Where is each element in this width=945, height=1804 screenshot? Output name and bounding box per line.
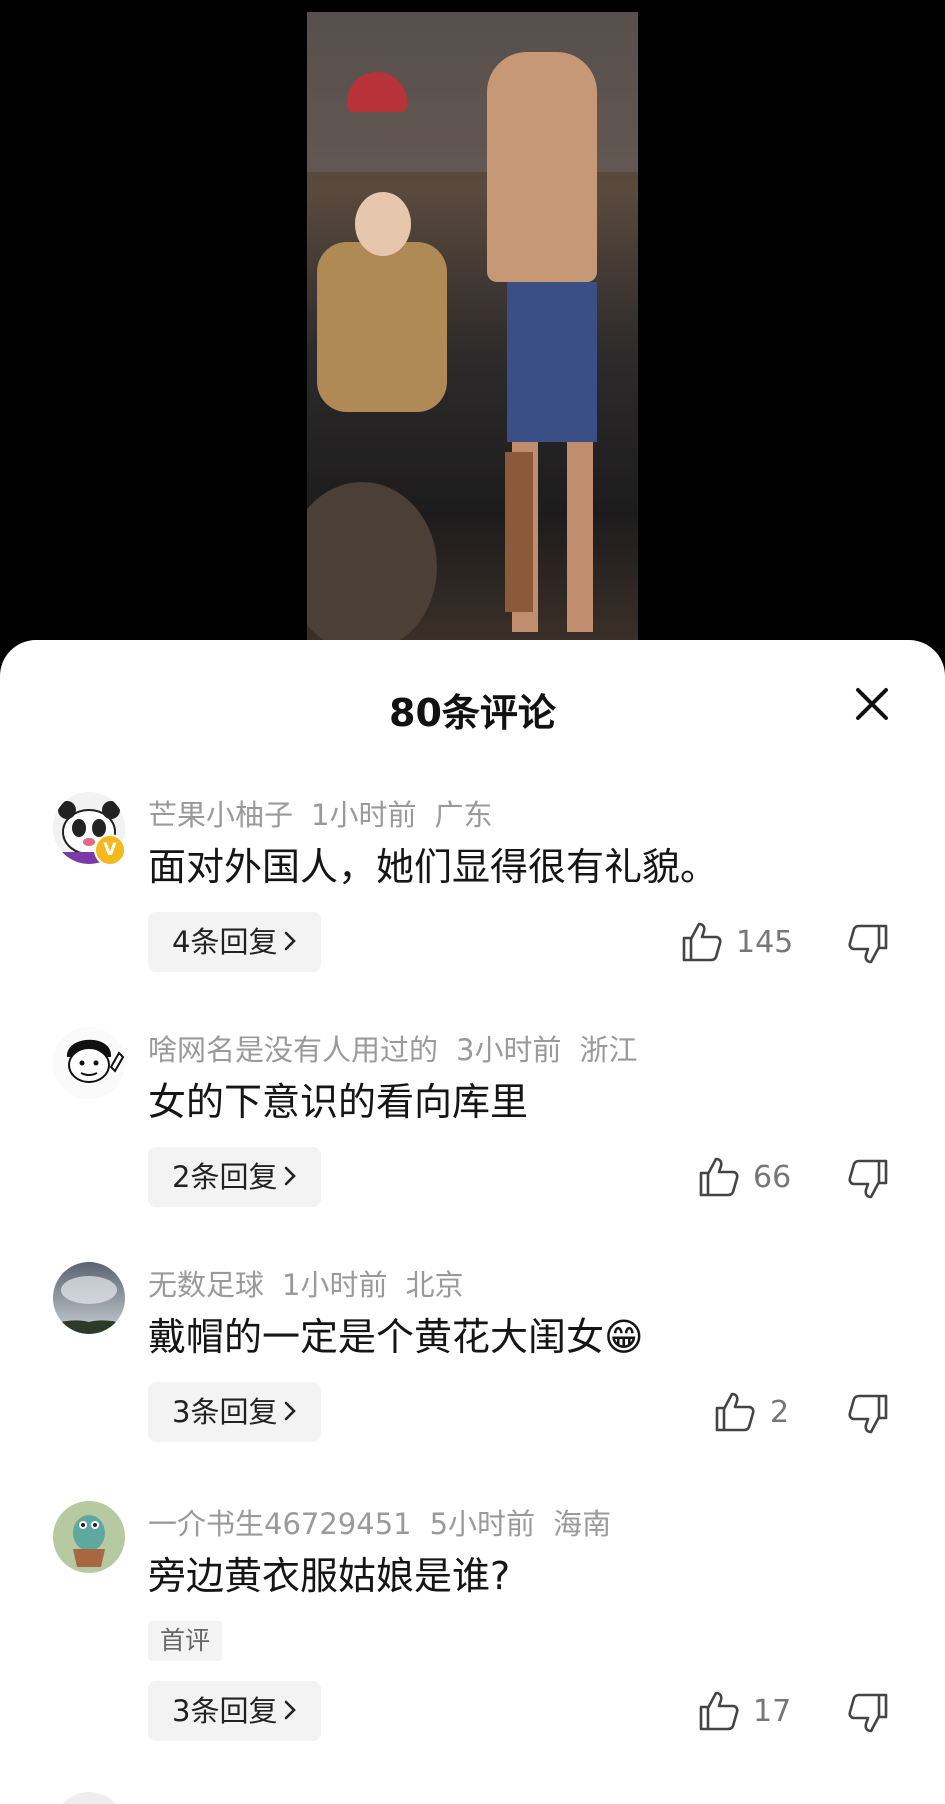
thumbs-up-icon[interactable] bbox=[680, 920, 724, 964]
leg-right bbox=[567, 442, 593, 632]
replies-label: 3条回复 bbox=[172, 1395, 278, 1429]
thumbs-down-icon[interactable] bbox=[846, 1392, 890, 1436]
verified-badge: V bbox=[94, 834, 126, 866]
comment-text: 面对外国人，她们显得很有礼貌。 bbox=[148, 845, 719, 889]
thumbs-down-icon[interactable] bbox=[846, 922, 890, 966]
replies-label: 4条回复 bbox=[172, 925, 278, 959]
comment-meta: 无数足球 1小时前 北京 bbox=[148, 1262, 481, 1304]
like-count: 2 bbox=[770, 1395, 790, 1430]
comment-time: 3小时前 bbox=[456, 1033, 562, 1067]
next-avatar[interactable] bbox=[53, 1792, 125, 1804]
chevron-right-icon bbox=[283, 1147, 297, 1207]
like-count: 66 bbox=[753, 1160, 792, 1195]
comment-username[interactable]: 啥网名是没有人用过的 bbox=[148, 1033, 438, 1067]
comment-meta: 啥网名是没有人用过的 3小时前 浙江 bbox=[148, 1027, 655, 1069]
close-icon[interactable] bbox=[848, 680, 896, 728]
replies-label: 3条回复 bbox=[172, 1694, 278, 1728]
comment-meta: 一介书生46729451 5小时前 海南 bbox=[148, 1501, 629, 1543]
thumbs-down-icon[interactable] bbox=[846, 1691, 890, 1735]
comment-text: 旁边黄衣服姑娘是谁? bbox=[148, 1554, 511, 1598]
comment-location: 浙江 bbox=[579, 1033, 638, 1067]
comment-username[interactable]: 芒果小柚子 bbox=[148, 798, 293, 832]
replies-button[interactable]: 3条回复 bbox=[148, 1681, 322, 1741]
comments-panel: 80条评论 V 芒果小柚子 1小时前 广东 面对外国人，她们显得很有礼貌。 4条回复… bbox=[0, 640, 945, 1804]
replies-button[interactable]: 3条回复 bbox=[148, 1382, 322, 1442]
thumbs-up-icon[interactable] bbox=[697, 1155, 741, 1199]
grin-emoji: 😁 bbox=[604, 1315, 644, 1359]
comment-username[interactable]: 无数足球 bbox=[148, 1268, 264, 1302]
chevron-right-icon bbox=[283, 1681, 297, 1741]
panel-title: 80条评论 bbox=[389, 691, 556, 735]
replies-button[interactable]: 2条回复 bbox=[148, 1147, 322, 1207]
meme-avatar[interactable] bbox=[53, 1027, 125, 1099]
standing-figure-torso bbox=[487, 52, 597, 282]
replies-label: 2条回复 bbox=[172, 1160, 278, 1194]
blue-shorts bbox=[507, 282, 597, 442]
foreground-head bbox=[307, 482, 437, 640]
comment-time: 1小时前 bbox=[311, 798, 417, 832]
comment-text: 女的下意识的看向库里 bbox=[148, 1080, 529, 1124]
comment-text-body: 戴帽的一定是个黄花大闺女 bbox=[148, 1315, 605, 1359]
thumbs-up-icon[interactable] bbox=[713, 1390, 757, 1434]
thumbs-down-icon[interactable] bbox=[846, 1157, 890, 1201]
comment-time: 5小时前 bbox=[429, 1507, 536, 1541]
cactus-avatar[interactable] bbox=[53, 1501, 125, 1573]
replies-button[interactable]: 4条回复 bbox=[148, 912, 322, 972]
comment-meta: 芒果小柚子 1小时前 广东 bbox=[148, 792, 510, 834]
first-comment-tag: 首评 bbox=[148, 1621, 223, 1661]
video-area[interactable] bbox=[0, 0, 945, 660]
chevron-right-icon bbox=[283, 1382, 297, 1442]
thumbs-up-icon[interactable] bbox=[697, 1689, 741, 1733]
comment-time: 1小时前 bbox=[282, 1268, 388, 1302]
chevron-right-icon bbox=[283, 912, 297, 972]
face-shape bbox=[355, 192, 411, 256]
comment-location: 北京 bbox=[405, 1268, 464, 1302]
like-count: 145 bbox=[736, 925, 794, 960]
comment-username[interactable]: 一介书生46729451 bbox=[148, 1507, 412, 1541]
comment-text: 戴帽的一定是个黄花大闺女😁 bbox=[148, 1306, 644, 1361]
brown-boot bbox=[505, 452, 533, 612]
comment-location: 广东 bbox=[434, 798, 493, 832]
like-count: 17 bbox=[753, 1694, 792, 1729]
video-frame[interactable] bbox=[307, 12, 638, 640]
yellow-sweater-figure bbox=[317, 242, 447, 412]
sky-avatar[interactable] bbox=[53, 1262, 125, 1334]
comment-location: 海南 bbox=[553, 1507, 612, 1541]
